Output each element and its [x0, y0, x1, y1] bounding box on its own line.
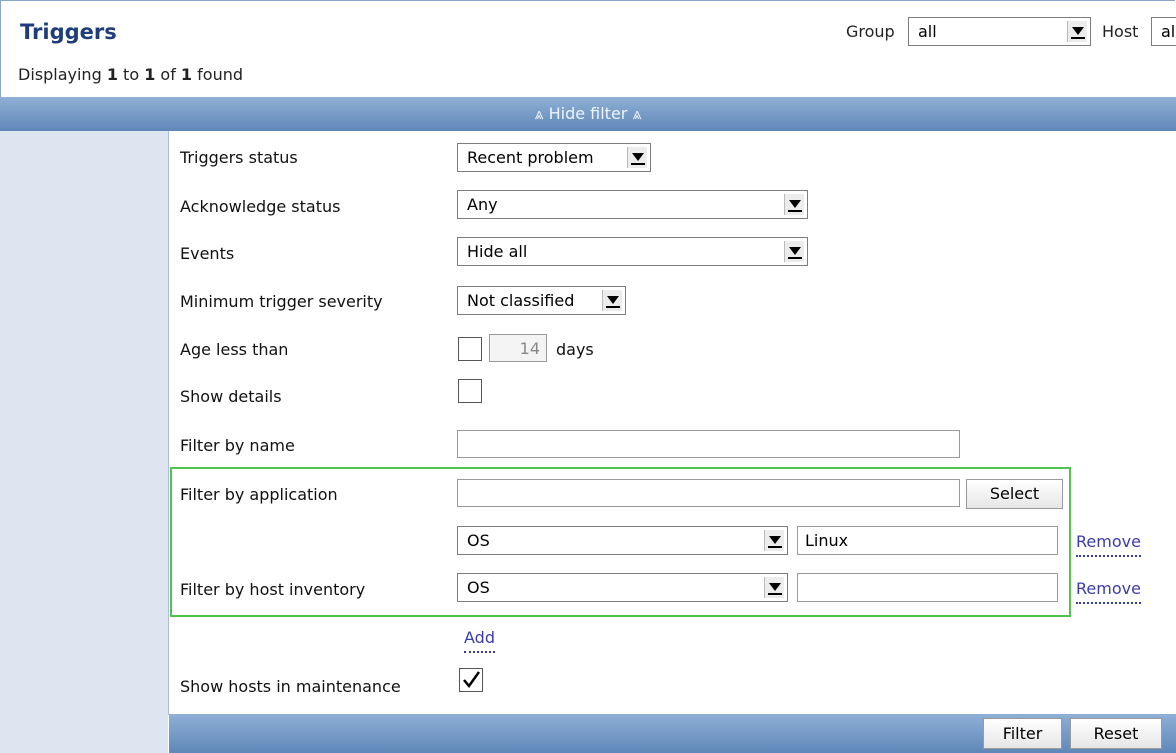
triggers-status-select[interactable]: Recent problem — [457, 143, 651, 172]
inventory-field-select[interactable]: OS — [457, 526, 788, 555]
triggers-status-label: Triggers status — [180, 148, 298, 167]
inventory-value-input[interactable] — [797, 573, 1058, 602]
left-gutter — [0, 131, 168, 753]
chevron-down-icon — [784, 194, 804, 215]
chevron-down-icon — [784, 241, 804, 262]
show-hosts-in-maintenance-label: Show hosts in maintenance — [180, 677, 401, 696]
min-severity-value: Not classified — [467, 291, 575, 310]
group-select-value: all — [918, 22, 937, 41]
age-days-value: 14 — [519, 339, 540, 358]
inventory-field-value: OS — [467, 531, 490, 550]
reset-button[interactable]: Reset — [1070, 718, 1162, 749]
content-divider — [168, 131, 169, 715]
remove-link[interactable]: Remove — [1076, 579, 1141, 604]
chevron-down-icon — [764, 577, 784, 598]
chevron-down-icon — [764, 530, 784, 551]
show-details-checkbox[interactable] — [458, 379, 482, 403]
displaying-to-word: to — [117, 65, 145, 84]
events-select[interactable]: Hide all — [457, 237, 808, 266]
events-label: Events — [180, 244, 235, 263]
group-label: Group — [846, 22, 895, 41]
filter-by-application-label: Filter by application — [180, 485, 338, 504]
days-label: days — [556, 340, 594, 359]
host-select[interactable]: all — [1151, 17, 1176, 46]
displaying-from: 1 — [106, 65, 118, 84]
add-link[interactable]: Add — [464, 628, 495, 653]
inventory-field-select[interactable]: OS — [457, 573, 788, 602]
age-less-than-label: Age less than — [180, 340, 289, 359]
acknowledge-status-value: Any — [467, 195, 498, 214]
group-select[interactable]: all — [908, 17, 1091, 46]
min-severity-select[interactable]: Not classified — [457, 286, 626, 315]
events-value: Hide all — [467, 242, 528, 261]
age-days-input[interactable]: 14 — [489, 334, 547, 362]
displaying-count: Displaying 1 to 1 of 1 found — [18, 65, 243, 84]
displaying-to: 1 — [144, 65, 156, 84]
filter-by-application-input[interactable] — [457, 479, 960, 507]
hide-filter-link[interactable]: ⩓ Hide filter ⩓ — [0, 104, 1176, 124]
remove-link[interactable]: Remove — [1076, 532, 1141, 557]
min-severity-label: Minimum trigger severity — [180, 292, 383, 311]
inventory-value-input[interactable]: Linux — [797, 526, 1058, 555]
chevron-down-icon — [602, 290, 622, 311]
inventory-value-text: Linux — [805, 531, 849, 550]
age-less-than-checkbox[interactable] — [458, 337, 482, 361]
displaying-suffix: found — [192, 65, 244, 84]
filter-by-name-input[interactable] — [457, 430, 960, 458]
show-hosts-in-maintenance-checkbox[interactable] — [459, 668, 483, 692]
show-details-label: Show details — [180, 387, 282, 406]
host-select-value: all — [1161, 22, 1176, 41]
inventory-field-value: OS — [467, 578, 490, 597]
filter-by-name-label: Filter by name — [180, 436, 295, 455]
filter-by-host-inventory-label: Filter by host inventory — [180, 580, 366, 599]
chevron-down-icon — [627, 147, 647, 168]
checkmark-icon — [463, 671, 481, 689]
displaying-of-word: of — [155, 65, 181, 84]
acknowledge-status-label: Acknowledge status — [180, 197, 341, 216]
page-title: Triggers — [20, 20, 117, 44]
chevron-down-icon — [1067, 21, 1087, 42]
displaying-total: 1 — [180, 65, 193, 84]
acknowledge-status-select[interactable]: Any — [457, 190, 808, 219]
displaying-prefix: Displaying — [18, 65, 107, 84]
filter-button[interactable]: Filter — [983, 718, 1062, 749]
triggers-status-value: Recent problem — [467, 148, 594, 167]
host-label: Host — [1102, 22, 1139, 41]
select-button[interactable]: Select — [966, 479, 1063, 509]
